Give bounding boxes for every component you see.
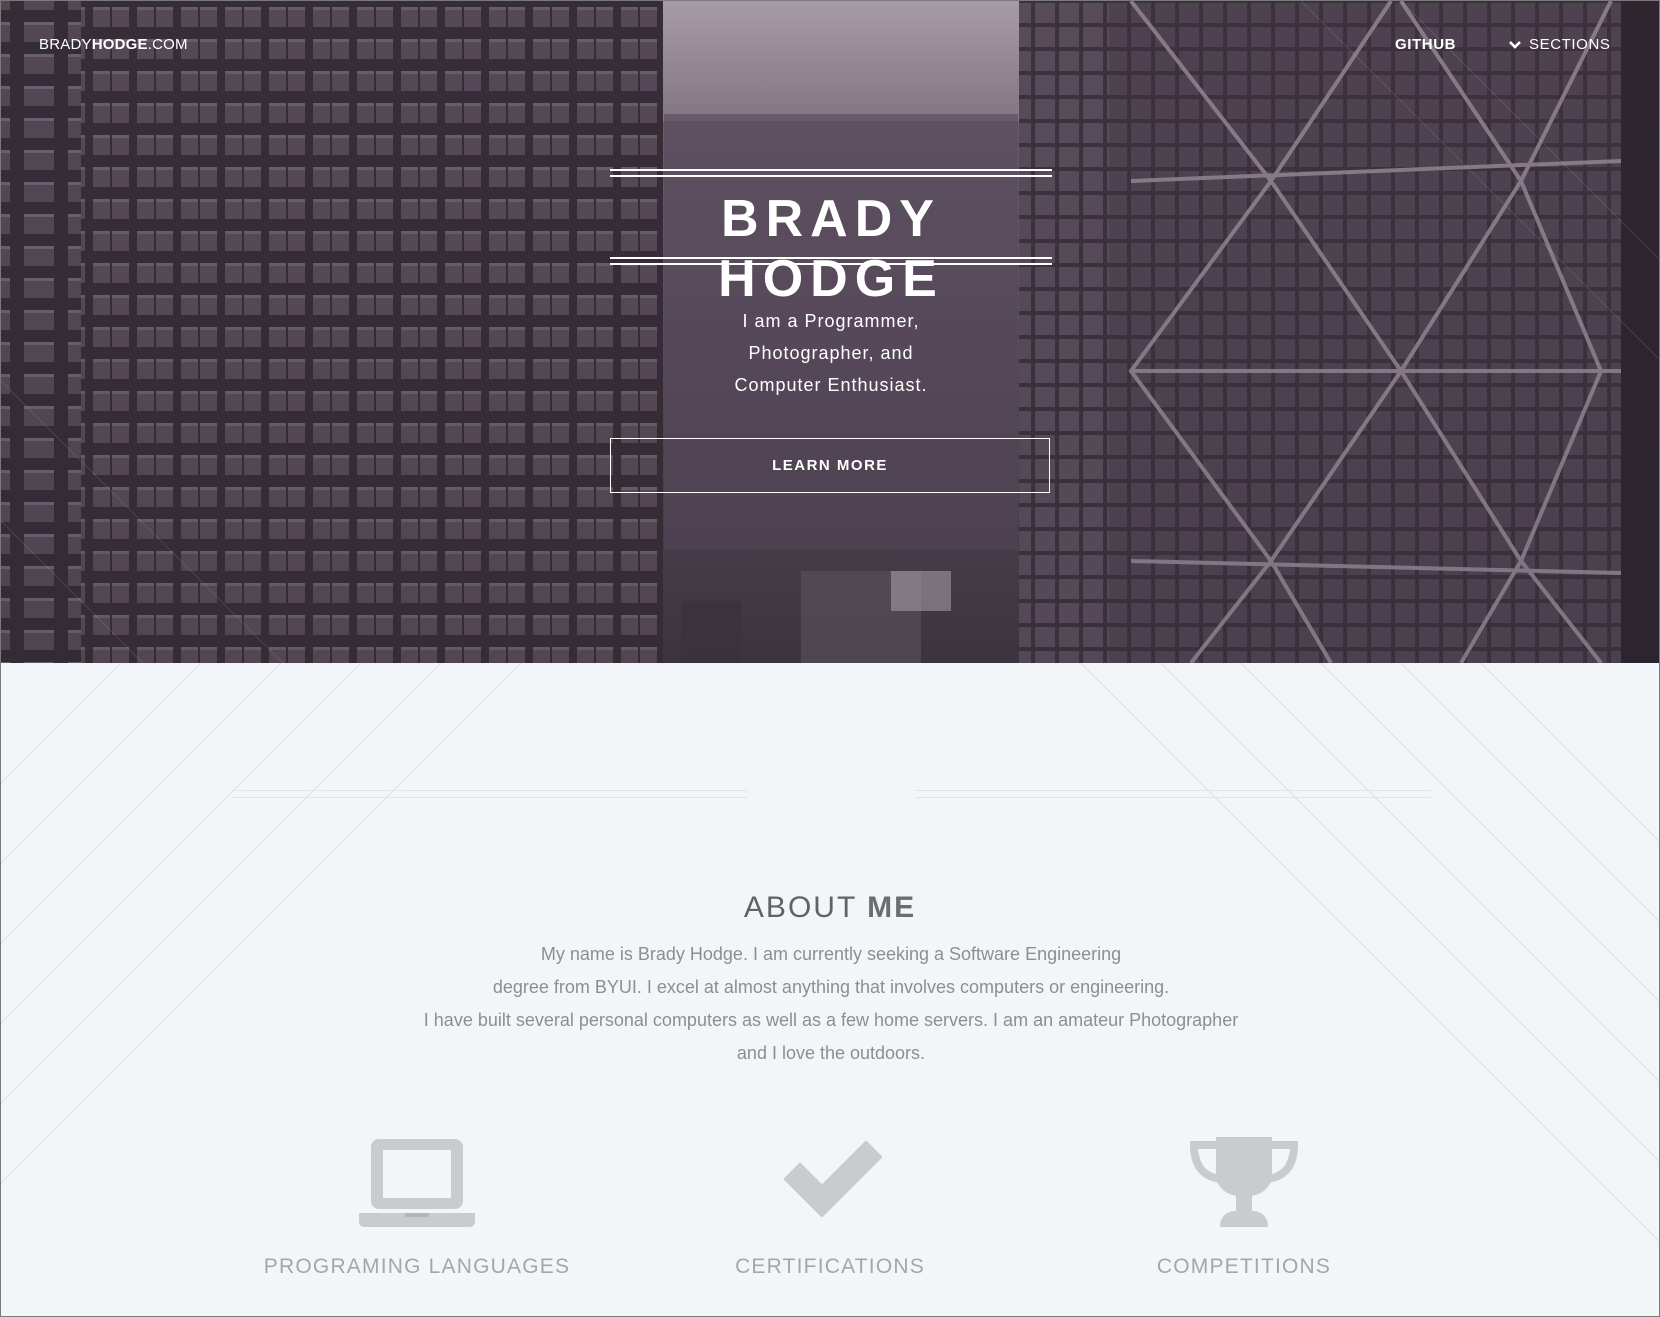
hero-subtitle: I am a Programmer, Photographer, and Com… — [610, 305, 1052, 401]
site-brand-link[interactable]: BRADYHODGE.COM — [39, 36, 188, 53]
title-rule-top — [610, 169, 1052, 171]
hero-title-box: BRADY HODGE — [610, 169, 1052, 308]
nav-sections-label: SECTIONS — [1529, 36, 1611, 53]
nav-github-link[interactable]: GITHUB — [1395, 36, 1456, 53]
hero-subtitle-line: Photographer, and — [748, 343, 914, 363]
nav-sections-menu[interactable]: SECTIONS — [1509, 36, 1610, 53]
title-rule-top-2 — [610, 175, 1052, 177]
hero-title: BRADY HODGE — [718, 190, 944, 308]
title-rule-bottom-2 — [610, 263, 1052, 265]
checkmark-icon — [784, 1141, 882, 1217]
about-heading: ABOUT ME — [743, 890, 917, 924]
section-divider-right — [915, 790, 1431, 798]
hero-subtitle-line: I am a Programmer, — [742, 311, 920, 331]
laptop-icon — [359, 1139, 475, 1227]
about-line: My name is Brady Hodge. I am currently s… — [540, 944, 1122, 964]
trophy-icon — [1189, 1137, 1299, 1227]
title-rule-bottom — [610, 257, 1052, 259]
chevron-down-icon — [1509, 40, 1521, 49]
feature-label: CERTIFICATIONS — [735, 1255, 925, 1278]
about-line: and I love the outdoors. — [736, 1043, 926, 1063]
about-section: ABOUT ME My name is Brady Hodge. I am cu… — [1, 663, 1659, 1316]
hero-subtitle-line: Computer Enthusiast. — [734, 375, 928, 395]
feature-programming-languages[interactable]: PROGRAMING LANGUAGES — [217, 1133, 617, 1279]
feature-label: COMPETITIONS — [1156, 1255, 1332, 1278]
feature-certifications[interactable]: CERTIFICATIONS — [630, 1133, 1030, 1279]
section-divider-left — [231, 790, 747, 798]
feature-label: PROGRAMING LANGUAGES — [263, 1255, 571, 1278]
about-line: degree from BYUI. I excel at almost anyt… — [492, 977, 1170, 997]
learn-more-button[interactable]: LEARN MORE — [610, 438, 1050, 493]
feature-competitions[interactable]: COMPETITIONS — [1044, 1133, 1444, 1279]
hero-banner: BRADYHODGE.COM GITHUB SECTIONS BRADY HOD… — [1, 1, 1659, 663]
about-line: I have built several personal computers … — [423, 1010, 1239, 1030]
about-paragraph: My name is Brady Hodge. I am currently s… — [381, 938, 1281, 1070]
page: BRADYHODGE.COM GITHUB SECTIONS BRADY HOD… — [0, 0, 1660, 1317]
